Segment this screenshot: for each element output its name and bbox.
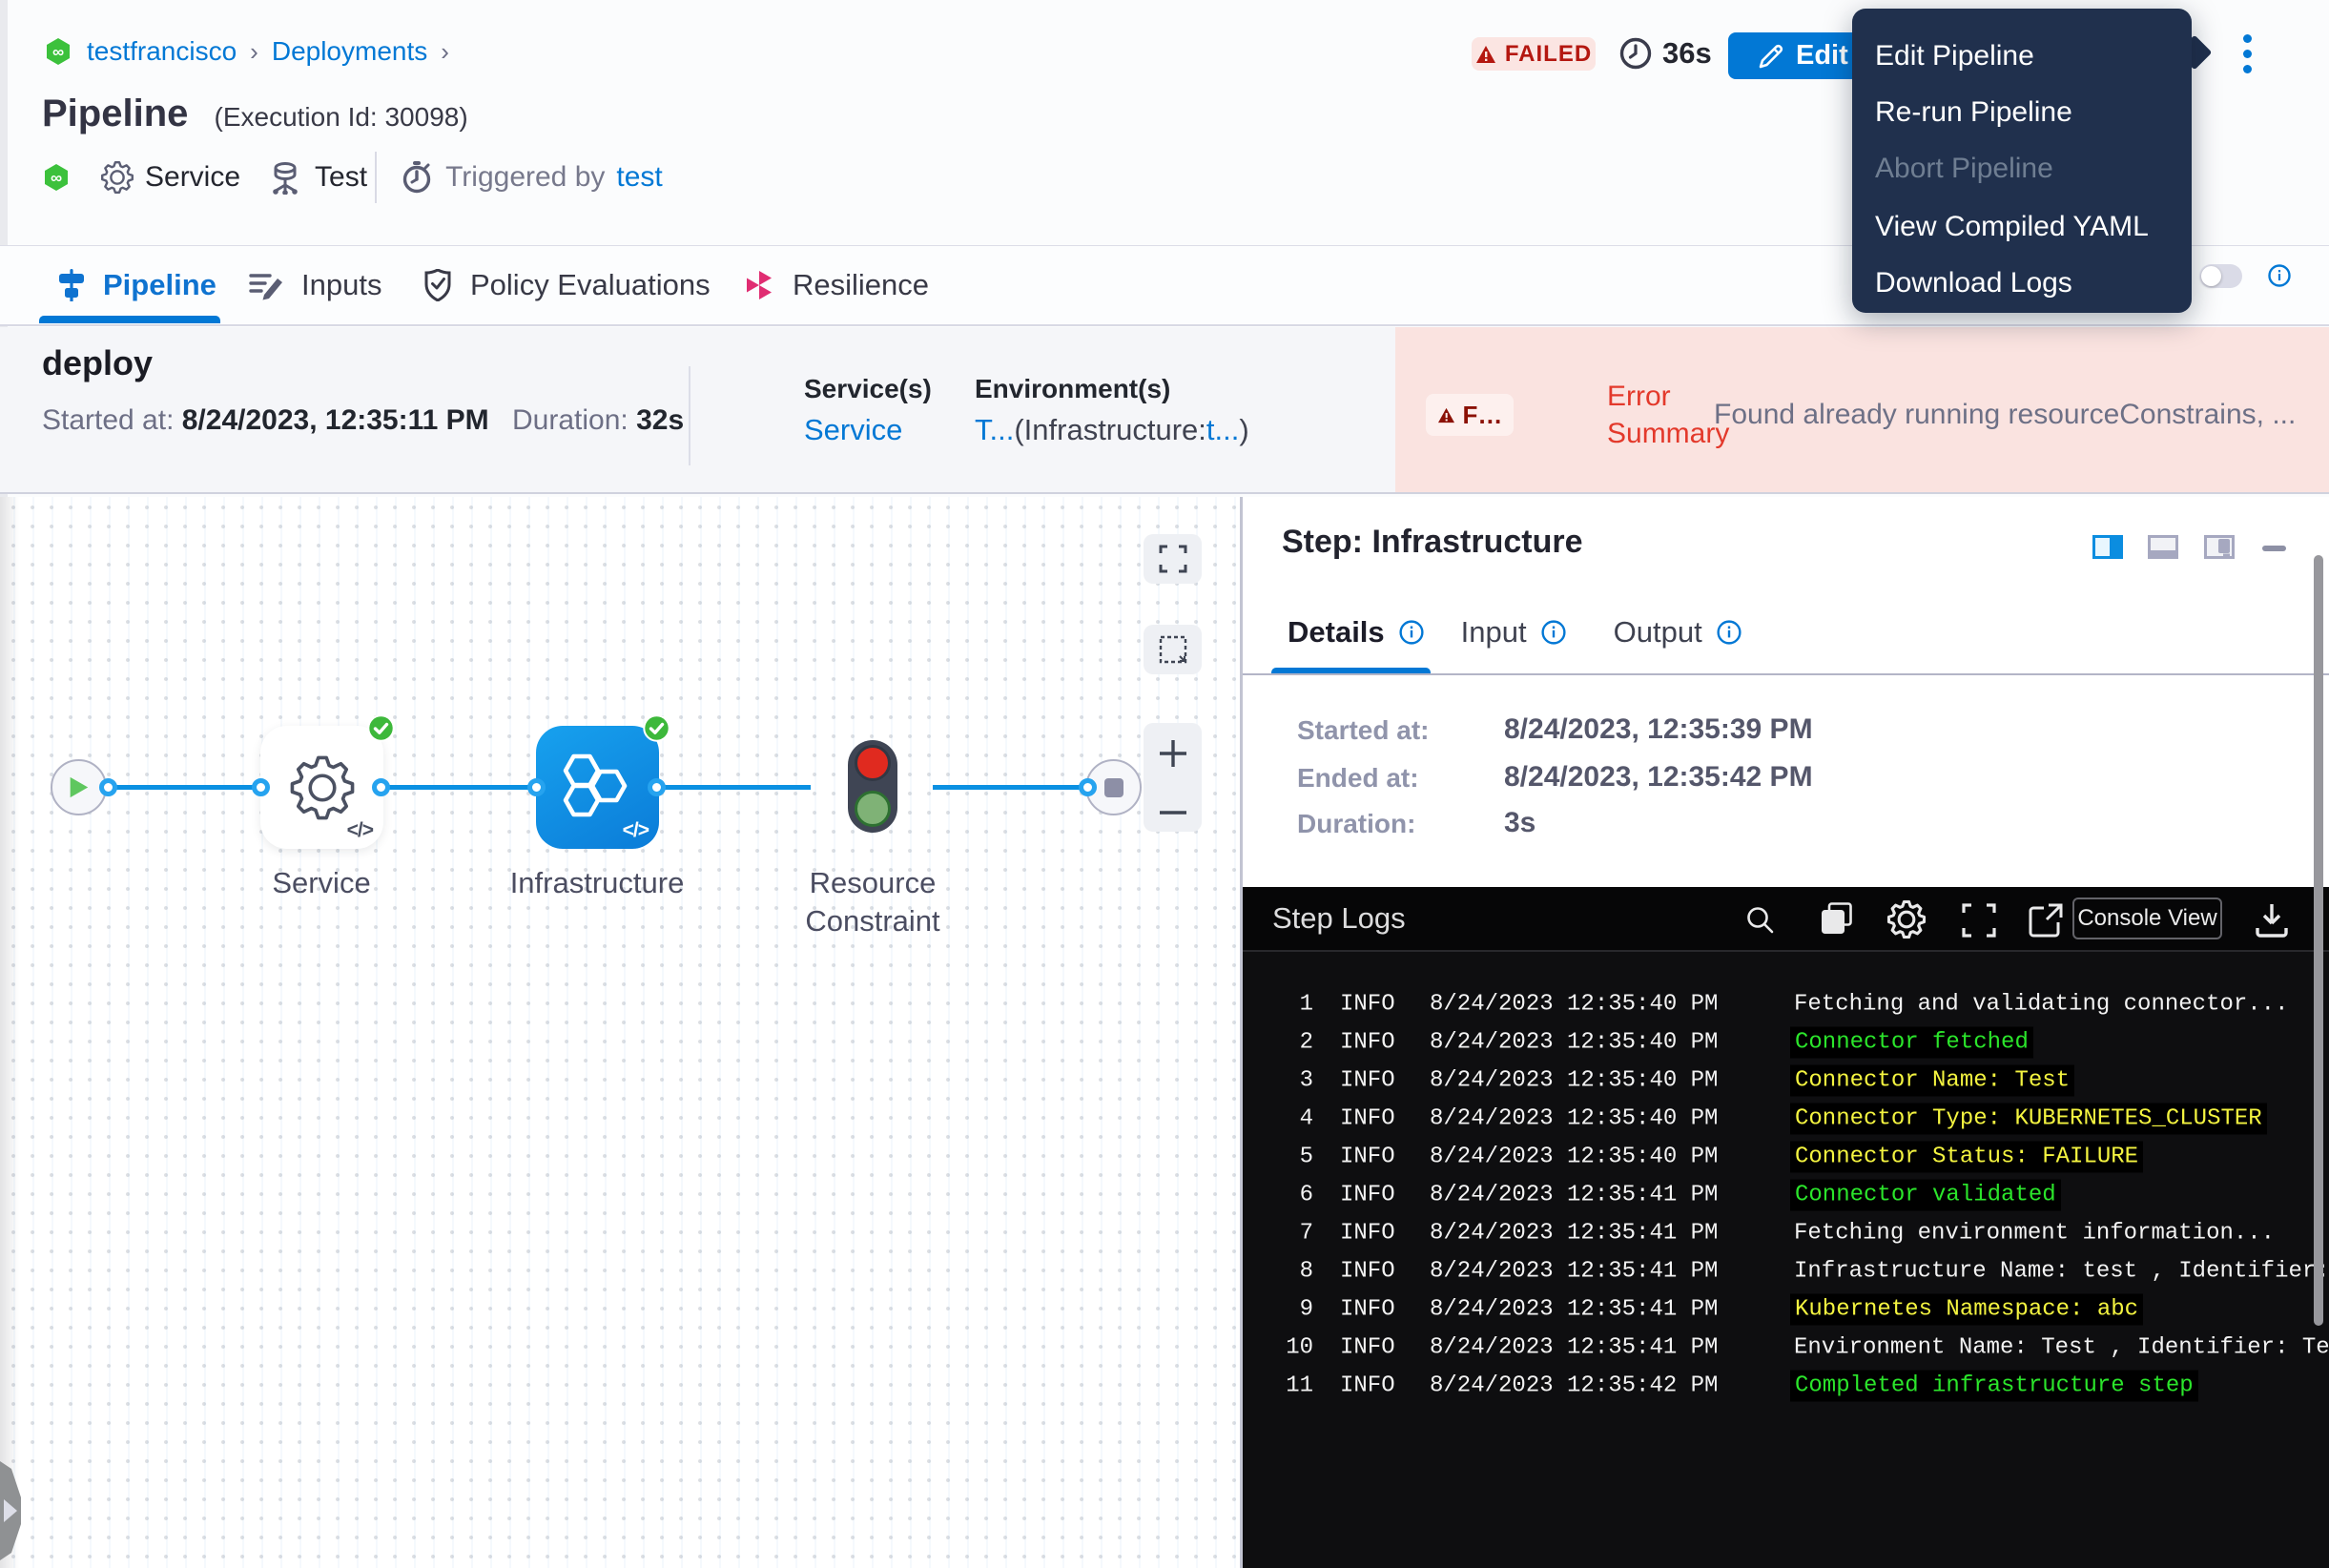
svg-text:∞: ∞ [52, 43, 64, 61]
svg-text:∞: ∞ [51, 169, 62, 187]
